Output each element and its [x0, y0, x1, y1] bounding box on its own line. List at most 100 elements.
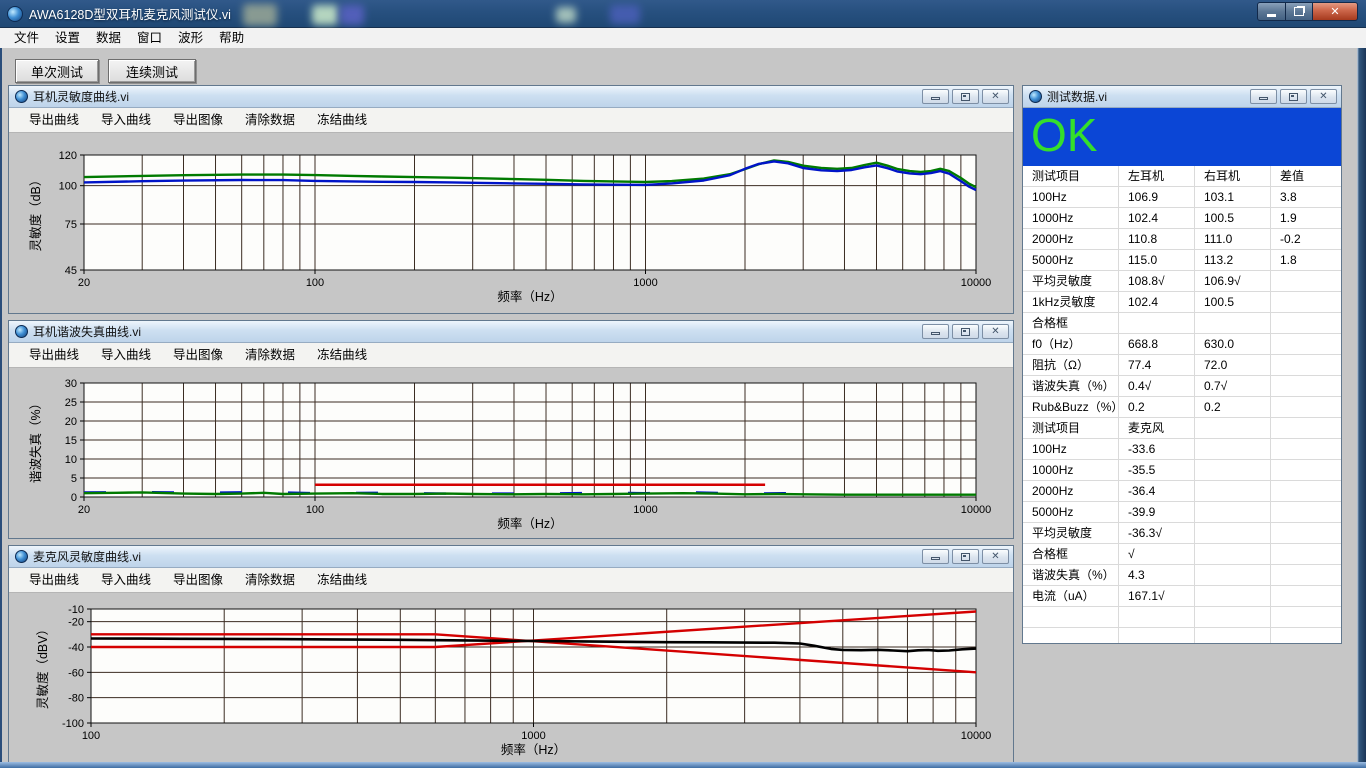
table-cell	[1195, 439, 1271, 459]
child-titlebar[interactable]: 耳机灵敏度曲线.vi ✕	[9, 86, 1013, 108]
table-cell: 2000Hz	[1023, 229, 1119, 249]
curve-menu-item-3[interactable]: 清除数据	[234, 568, 306, 593]
table-cell: 100Hz	[1023, 439, 1119, 459]
svg-text:100: 100	[59, 181, 77, 193]
minimize-button[interactable]	[922, 89, 949, 104]
table-cell: -36.3√	[1119, 523, 1195, 543]
svg-text:-10: -10	[68, 604, 84, 616]
table-cell: 111.0	[1195, 229, 1271, 249]
curve-menu-item-1[interactable]: 导入曲线	[90, 568, 162, 593]
menu-bar: 文件设置数据窗口波形帮助	[0, 28, 1366, 48]
background-glass-blob	[610, 5, 640, 24]
menu-item-4[interactable]: 波形	[170, 28, 211, 48]
curve-menu-item-4[interactable]: 冻结曲线	[306, 343, 378, 368]
close-button[interactable]: ✕	[982, 549, 1009, 564]
restore-button[interactable]	[952, 324, 979, 339]
menu-item-3[interactable]: 窗口	[129, 28, 170, 48]
table-cell: 1000Hz	[1023, 208, 1119, 228]
svg-text:15: 15	[65, 435, 77, 447]
close-button[interactable]: ✕	[982, 89, 1009, 104]
curve-menu-item-2[interactable]: 导出图像	[162, 343, 234, 368]
table-cell: 右耳机	[1195, 166, 1271, 186]
menu-item-0[interactable]: 文件	[6, 28, 47, 48]
continuous-test-button[interactable]: 连续测试	[108, 59, 196, 83]
svg-text:75: 75	[65, 219, 77, 231]
table-cell: 麦克风	[1119, 418, 1195, 438]
table-row-8: 阻抗（Ω）77.472.0	[1023, 355, 1341, 376]
menu-item-1[interactable]: 设置	[47, 28, 88, 48]
curve-menu-item-4[interactable]: 冻结曲线	[306, 568, 378, 593]
restore-button[interactable]	[1285, 2, 1313, 21]
menu-item-5[interactable]: 帮助	[211, 28, 252, 48]
table-row-1: 1000Hz102.4100.51.9	[1023, 208, 1341, 229]
table-cell	[1271, 271, 1341, 291]
table-cell	[1023, 607, 1119, 627]
table-cell: 1kHz灵敏度	[1023, 292, 1119, 312]
svg-text:10000: 10000	[961, 730, 992, 742]
table-row-14: 2000Hz-36.4	[1023, 481, 1341, 502]
table-row-10: Rub&Buzz（%）0.20.2	[1023, 397, 1341, 418]
table-cell	[1271, 607, 1341, 627]
chart-area: 05101520253020100100010000频率（Hz）谐波失真（%）	[9, 368, 1013, 538]
table-cell: 113.2	[1195, 250, 1271, 270]
table-cell	[1119, 313, 1195, 333]
svg-text:25: 25	[65, 397, 77, 409]
table-row-2: 2000Hz110.8111.0-0.2	[1023, 229, 1341, 250]
child-window-title: 麦克风灵敏度曲线.vi	[33, 548, 141, 565]
minimize-icon	[931, 557, 940, 560]
menu-item-2[interactable]: 数据	[88, 28, 129, 48]
minimize-button[interactable]	[1250, 89, 1277, 104]
curve-menu-item-0[interactable]: 导出曲线	[18, 568, 90, 593]
close-icon: ✕	[991, 551, 999, 562]
table-row-4: 平均灵敏度108.8√106.9√	[1023, 271, 1341, 292]
table-row-7: f0（Hz）668.8630.0	[1023, 334, 1341, 355]
table-row-15: 5000Hz-39.9	[1023, 502, 1341, 523]
table-cell: 115.0	[1119, 250, 1195, 270]
svg-text:-20: -20	[68, 617, 84, 629]
table-cell: 测试项目	[1023, 166, 1119, 186]
curve-menu-item-3[interactable]: 清除数据	[234, 108, 306, 133]
app-window: AWA6128D型双耳机麦克风测试仪.vi ✕ 文件设置数据窗口波形帮助 单次测…	[0, 0, 1366, 768]
minimize-button[interactable]	[922, 324, 949, 339]
table-cell	[1271, 334, 1341, 354]
minimize-button[interactable]	[922, 549, 949, 564]
restore-button[interactable]	[952, 89, 979, 104]
child-titlebar[interactable]: 麦克风灵敏度曲线.vi ✕	[9, 546, 1013, 568]
table-cell	[1195, 460, 1271, 480]
table-cell: 106.9	[1119, 187, 1195, 207]
curve-menu-item-4[interactable]: 冻结曲线	[306, 108, 378, 133]
svg-text:1000: 1000	[633, 504, 657, 516]
curve-menu-item-0[interactable]: 导出曲线	[18, 108, 90, 133]
table-cell: 3.8	[1271, 187, 1341, 207]
restore-icon	[1289, 93, 1298, 101]
child-titlebar[interactable]: 耳机谐波失真曲线.vi ✕	[9, 321, 1013, 343]
minimize-icon	[1267, 14, 1276, 17]
child-titlebar[interactable]: 测试数据.vi ✕	[1023, 86, 1341, 108]
close-button[interactable]: ✕	[982, 324, 1009, 339]
svg-text:20: 20	[65, 416, 77, 428]
table-cell: 5000Hz	[1023, 250, 1119, 270]
svg-text:5: 5	[71, 473, 77, 485]
table-cell: 108.8√	[1119, 271, 1195, 291]
curve-menu-item-1[interactable]: 导入曲线	[90, 343, 162, 368]
close-button[interactable]: ✕	[1312, 2, 1358, 21]
table-cell	[1195, 628, 1271, 643]
close-button[interactable]: ✕	[1310, 89, 1337, 104]
curve-menu-item-2[interactable]: 导出图像	[162, 108, 234, 133]
svg-text:20: 20	[78, 504, 90, 516]
table-cell	[1195, 523, 1271, 543]
vi-icon	[15, 550, 28, 563]
curve-menu-item-2[interactable]: 导出图像	[162, 568, 234, 593]
table-cell: 1000Hz	[1023, 460, 1119, 480]
restore-button[interactable]	[1280, 89, 1307, 104]
x-axis-label: 频率（Hz）	[497, 516, 562, 531]
curve-menu-item-3[interactable]: 清除数据	[234, 343, 306, 368]
curve-menu-item-1[interactable]: 导入曲线	[90, 108, 162, 133]
table-cell: 4.3	[1119, 565, 1195, 585]
minimize-button[interactable]	[1257, 2, 1286, 21]
restore-button[interactable]	[952, 549, 979, 564]
svg-text:10000: 10000	[961, 277, 992, 289]
curve-menu-item-0[interactable]: 导出曲线	[18, 343, 90, 368]
table-cell	[1271, 565, 1341, 585]
single-test-button[interactable]: 单次测试	[15, 59, 99, 83]
